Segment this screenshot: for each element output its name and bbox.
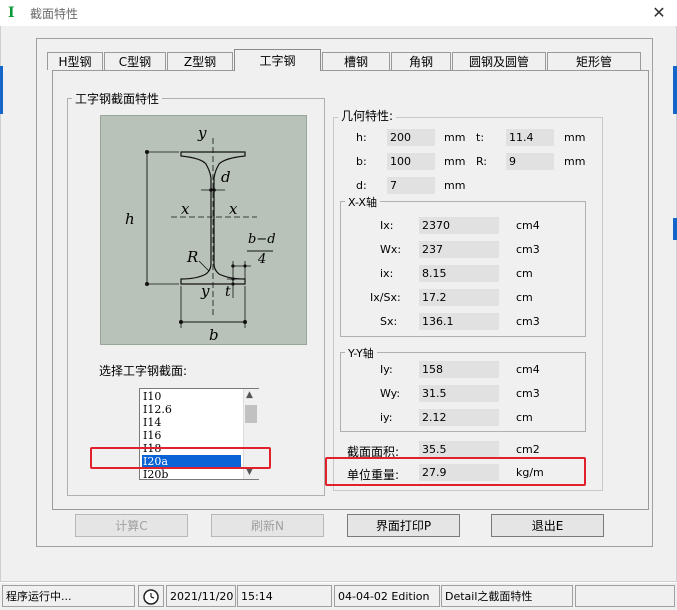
R-value: 9 <box>506 153 554 170</box>
exit-button[interactable]: 退出E <box>491 514 604 537</box>
area-unit: cm2 <box>516 443 540 456</box>
IxSx-unit: cm <box>516 291 533 304</box>
list-item[interactable]: I16 <box>143 429 161 442</box>
R-label: R: <box>476 155 488 168</box>
iy-unit: cm <box>516 411 533 424</box>
label-x-right: x <box>229 200 238 218</box>
Wy-unit: cm3 <box>516 387 540 400</box>
ibeam-diagram: y y x x d h R t b b−d 4 <box>100 115 307 345</box>
b-label: b: <box>356 155 367 168</box>
status-date: 2021/11/20 <box>166 585 236 607</box>
yy-axis-title: Y-Y轴 <box>345 345 377 361</box>
background-edge <box>0 66 3 114</box>
area-value: 35.5 <box>419 441 499 458</box>
clock-icon <box>138 585 164 607</box>
ix-label: ix: <box>380 267 394 280</box>
Iy-label: Iy: <box>380 363 393 376</box>
section-group-title: 工字钢截面特性 <box>72 90 163 107</box>
tab-angle[interactable]: 角钢 <box>391 52 451 70</box>
label-frac-num: b−d <box>248 232 276 247</box>
iy-value: 2.12 <box>419 409 499 426</box>
status-time: 15:14 <box>237 585 332 607</box>
scroll-up-icon[interactable]: ▲ <box>246 390 253 400</box>
Ix-unit: cm4 <box>516 219 540 232</box>
status-edition: 04-04-02 Edition <box>334 585 440 607</box>
label-x-left: x <box>181 200 190 218</box>
refresh-button[interactable]: 刷新N <box>211 514 324 537</box>
iy-label: iy: <box>380 411 393 424</box>
b-unit: mm <box>444 155 466 168</box>
Wx-label: Wx: <box>380 243 402 256</box>
title-bar <box>0 0 677 26</box>
list-item[interactable]: I20b <box>143 468 168 478</box>
Wy-label: Wy: <box>380 387 401 400</box>
tab-c-steel[interactable]: C型钢 <box>104 52 166 70</box>
Wx-value: 237 <box>419 241 499 258</box>
app-icon: I <box>8 5 15 21</box>
tab-round-pipe[interactable]: 圆钢及圆管 <box>452 52 546 70</box>
Wx-unit: cm3 <box>516 243 540 256</box>
tab-h-steel[interactable]: H型钢 <box>47 52 103 70</box>
label-frac-den: 4 <box>258 252 267 267</box>
label-h: h <box>125 210 135 228</box>
Sx-value: 136.1 <box>419 313 499 330</box>
Ix-label: Ix: <box>380 219 394 232</box>
Sx-label: Sx: <box>380 315 398 328</box>
print-button[interactable]: 界面打印P <box>347 514 460 537</box>
window-title: 截面特性 <box>30 7 79 21</box>
select-section-label: 选择工字钢截面: <box>99 364 188 378</box>
h-label: h: <box>356 131 367 144</box>
label-y-bottom: y <box>201 282 210 300</box>
tab-channel[interactable]: 槽钢 <box>322 52 390 70</box>
Iy-value: 158 <box>419 361 499 378</box>
tab-i-beam[interactable]: 工字钢 <box>234 49 321 71</box>
label-d: d <box>221 168 231 186</box>
background-edge <box>673 218 677 240</box>
scroll-thumb[interactable] <box>245 405 257 423</box>
Ix-value: 2370 <box>419 217 499 234</box>
label-b: b <box>209 326 219 344</box>
list-item[interactable]: I10 <box>143 390 161 403</box>
list-item[interactable]: I14 <box>143 416 161 429</box>
ix-unit: cm <box>516 267 533 280</box>
status-running: 程序运行中... <box>2 585 135 607</box>
tab-z-steel[interactable]: Z型钢 <box>167 52 233 70</box>
b-value: 100 <box>387 153 435 170</box>
d-value: 7 <box>387 177 435 194</box>
t-unit: mm <box>564 131 586 144</box>
IxSx-value: 17.2 <box>419 289 499 306</box>
Sx-unit: cm3 <box>516 315 540 328</box>
ix-value: 8.15 <box>419 265 499 282</box>
t-value: 11.4 <box>506 129 554 146</box>
highlight-box-weight <box>325 457 586 486</box>
background-edge <box>673 66 677 114</box>
status-empty <box>575 585 675 607</box>
t-label: t: <box>476 131 485 144</box>
calculate-button[interactable]: 计算C <box>75 514 188 537</box>
tab-rect-tube[interactable]: 矩形管 <box>547 52 641 70</box>
R-unit: mm <box>564 155 586 168</box>
h-value: 200 <box>387 129 435 146</box>
label-R: R <box>187 248 199 266</box>
d-label: d: <box>356 179 367 192</box>
Iy-unit: cm4 <box>516 363 540 376</box>
h-unit: mm <box>444 131 466 144</box>
close-icon[interactable]: ✕ <box>648 2 670 24</box>
label-t: t <box>225 284 231 300</box>
highlight-box-selection <box>90 447 271 469</box>
label-y-top: y <box>198 124 207 142</box>
Wy-value: 31.5 <box>419 385 499 402</box>
xx-axis-title: X-X轴 <box>345 194 380 210</box>
IxSx-label: Ix/Sx: <box>370 291 401 304</box>
status-detail: Detail之截面特性 <box>441 585 573 607</box>
geometry-title: 几何特性: <box>338 107 397 124</box>
list-item[interactable]: I12.6 <box>143 403 172 416</box>
d-unit: mm <box>444 179 466 192</box>
ibeam-drawing <box>145 138 273 328</box>
